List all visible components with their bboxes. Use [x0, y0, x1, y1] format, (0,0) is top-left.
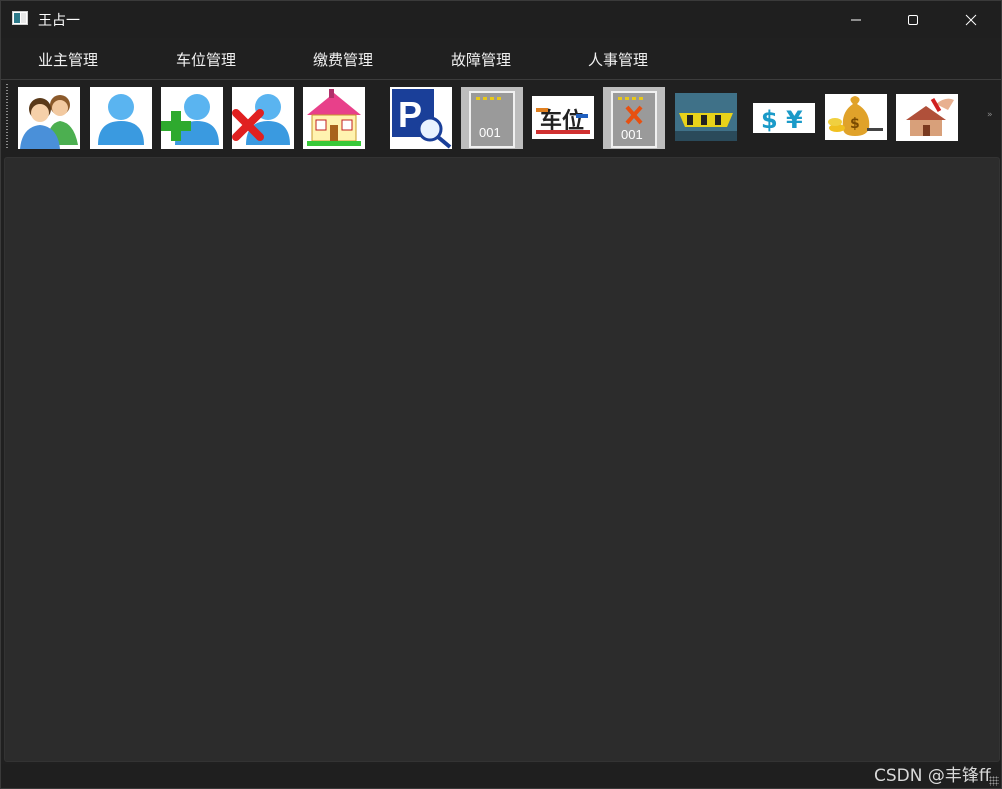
currency-button[interactable]: $ ¥: [753, 103, 815, 133]
parking-space-button[interactable]: 001: [461, 87, 523, 149]
user-icon: [98, 94, 144, 145]
parking-barrier-icon: [675, 93, 737, 141]
house-icon: [307, 89, 361, 146]
app-icon: [12, 11, 28, 25]
menu-bar: 业主管理 车位管理 缴费管理 故障管理 人事管理: [1, 38, 1001, 79]
close-button[interactable]: [942, 1, 1000, 38]
add-user-button[interactable]: [161, 87, 223, 149]
money-bag-symbol: $: [850, 116, 860, 132]
title-bar[interactable]: 王占一: [1, 1, 1001, 38]
menu-parking-management[interactable]: 车位管理: [176, 49, 236, 70]
window-title: 王占一: [38, 13, 80, 29]
money-bag-icon: $: [825, 94, 887, 140]
parking-barrier-button[interactable]: [675, 93, 737, 141]
parking-logo-button[interactable]: 车位: [532, 96, 594, 139]
status-bar: [1, 764, 1001, 788]
currency-icon: $ ¥: [753, 103, 815, 133]
owners-icon: [20, 95, 78, 149]
house-repair-button[interactable]: [896, 94, 958, 141]
toolbar: P 001 车位 001 $ ¥ $ »: [1, 80, 1001, 154]
parking-search-icon: P: [392, 89, 452, 149]
house-repair-icon: [896, 94, 958, 141]
menu-payment-management[interactable]: 缴费管理: [313, 49, 373, 70]
parking-space-delete-button[interactable]: 001: [603, 87, 665, 149]
menu-fault-management[interactable]: 故障管理: [451, 49, 511, 70]
delete-user-button[interactable]: [232, 87, 294, 149]
currency-text: $ ¥: [761, 106, 803, 133]
parking-space-delete-number: 001: [621, 127, 643, 142]
parking-space-number: 001: [479, 125, 501, 140]
owners-button[interactable]: [18, 87, 80, 149]
minimize-icon: [851, 19, 861, 20]
menu-owner-management[interactable]: 业主管理: [38, 49, 98, 70]
add-user-icon: [161, 94, 219, 145]
house-button[interactable]: [303, 87, 365, 149]
parking-space-icon: 001: [461, 87, 523, 149]
user-button[interactable]: [90, 87, 152, 149]
minimize-button[interactable]: [827, 1, 885, 38]
parking-space-delete-icon: 001: [603, 87, 665, 149]
app-window: 王占一 业主管理 车位管理 缴费管理 故障管理 人事管理 P 001 车位 00…: [0, 0, 1002, 789]
delete-user-icon: [232, 94, 290, 145]
toolbar-overflow-icon[interactable]: »: [987, 110, 999, 122]
money-bag-button[interactable]: $: [825, 94, 887, 140]
central-widget: [4, 157, 1000, 762]
maximize-button[interactable]: [884, 1, 942, 38]
resize-grip[interactable]: [989, 776, 999, 786]
maximize-icon: [908, 14, 918, 25]
watermark: CSDN @丰锋ff: [874, 766, 991, 786]
menu-personnel-management[interactable]: 人事管理: [588, 49, 648, 70]
close-icon: [965, 14, 977, 25]
parking-logo-icon: 车位: [532, 96, 594, 139]
toolbar-grip[interactable]: [6, 84, 8, 150]
parking-search-button[interactable]: P: [390, 87, 452, 149]
